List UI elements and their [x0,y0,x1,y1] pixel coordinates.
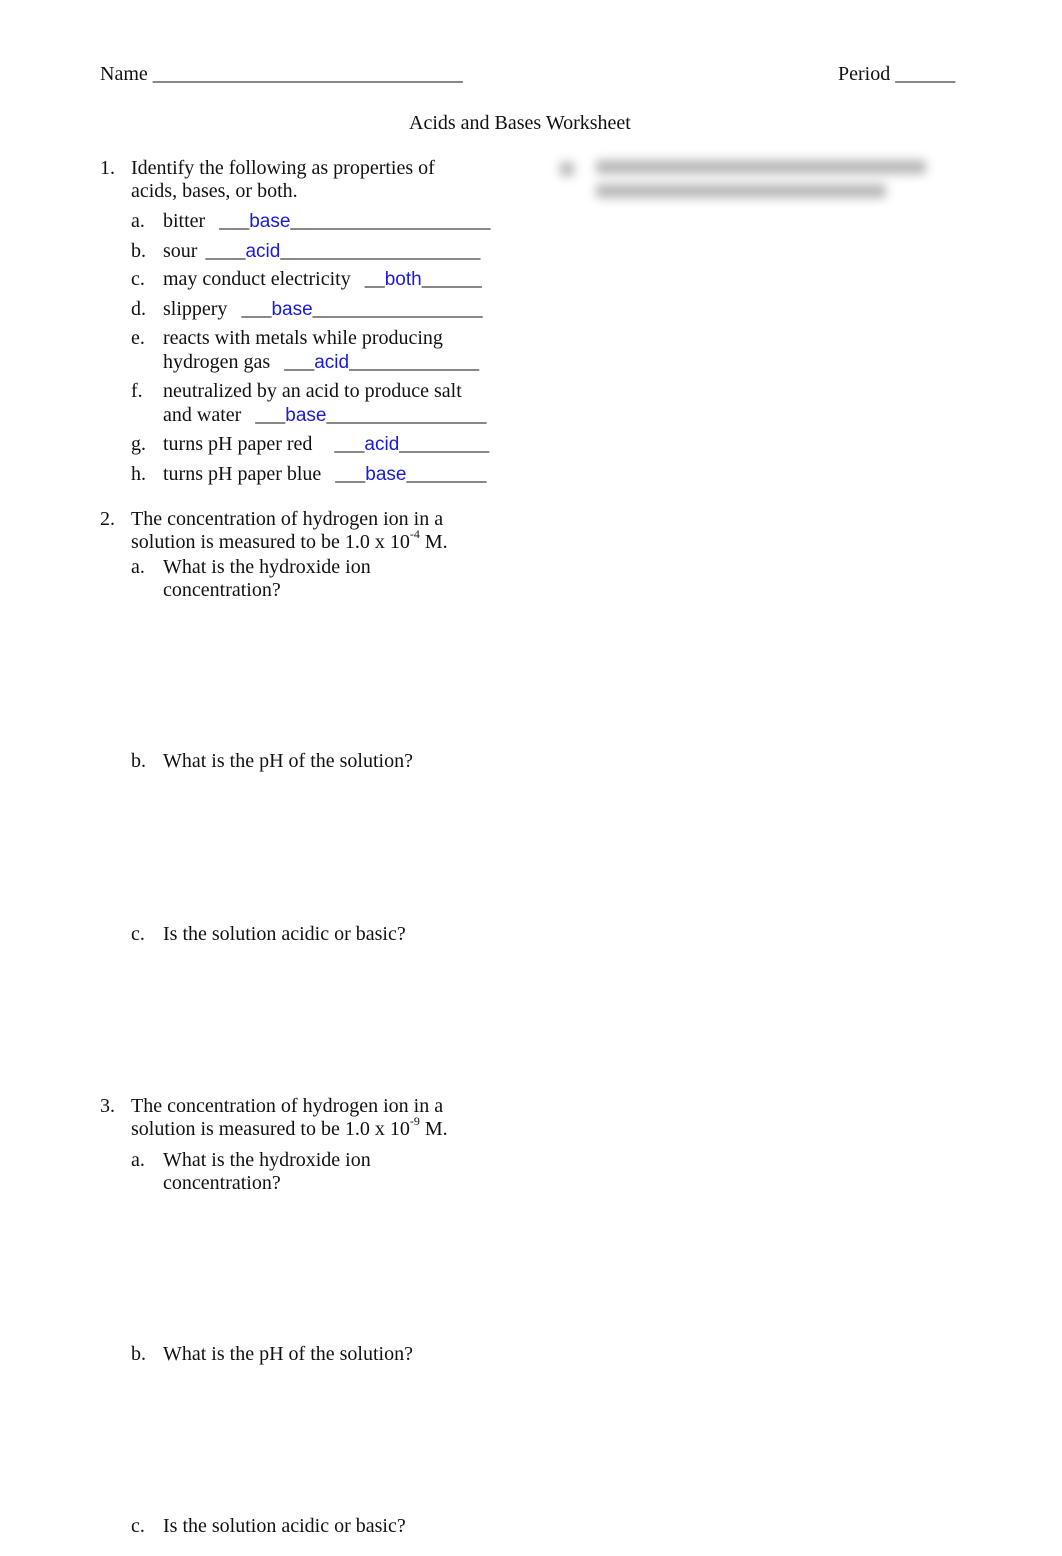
q1-number: 1. [100,157,115,179]
q1-item-letter: c. [131,268,145,290]
q3c-text: Is the solution acidic or basic? [163,1515,406,1537]
answer-blank-post: _________________ [312,298,483,320]
answer-blank-pre: ____ [205,240,246,262]
q3-number: 3. [100,1095,115,1117]
period-blank: ______ [895,63,956,85]
answer-blank-pre: __ [364,268,385,290]
q3b-text: What is the pH of the solution? [163,1343,413,1365]
period-field: Period ______ [838,63,955,86]
q1-item-letter: b. [131,240,146,262]
q2b-text: What is the pH of the solution? [163,750,413,772]
q2a-line2: concentration? [163,579,281,601]
q2c-letter: c. [131,923,145,945]
q1-item-text: hydrogen gas [163,351,271,373]
q2-prompt-unit: M. [419,531,448,553]
answer-text[interactable]: both [385,269,422,290]
q1-prompt-line2: acids, bases, or both. [131,180,298,202]
q2-number: 2. [100,508,115,530]
answer-text[interactable]: acid [245,241,280,262]
q1-item-text: bitter [163,210,206,232]
answer-text[interactable]: acid [314,352,349,373]
q1-item: hydrogen gas ___acid_____________ [163,351,479,374]
name-field: Name _______________________________ [100,63,463,86]
q3a-line2: concentration? [163,1172,281,1194]
q1-item-letter: g. [131,433,146,455]
q1-item-text: neutralized by an acid to produce salt [163,380,462,402]
q3-prompt-text: solution is measured to be 1.0 x 10 [131,1118,410,1140]
q2b-letter: b. [131,750,146,772]
q1-item-text: slippery [163,298,228,320]
answer-blank-pre: ___ [255,404,286,426]
q1-item: slippery ___base_________________ [163,298,483,321]
q3-exponent: -9 [409,1114,420,1129]
q1-item: and water ___base________________ [163,404,487,427]
q3a-line1: What is the hydroxide ion [163,1149,371,1171]
answer-blank-post: ____________________ [290,210,491,232]
blurred-preview-content [556,152,928,206]
answer-blank-pre: ___ [335,463,366,485]
q3-prompt-unit: M. [419,1118,448,1140]
q3-prompt-line1: The concentration of hydrogen ion in a [131,1095,444,1117]
q2c-text: Is the solution acidic or basic? [163,923,406,945]
q1-item: may conduct electricity __both______ [163,268,482,291]
answer-blank-pre: ___ [241,298,272,320]
name-label: Name [100,63,148,85]
q2-prompt-text: solution is measured to be 1.0 x 10 [131,531,410,553]
q1-item-letter: a. [131,210,145,232]
q2a-letter: a. [131,556,145,578]
answer-text[interactable]: base [271,299,312,320]
q2-exponent: -4 [409,527,420,542]
q2-prompt-line1: The concentration of hydrogen ion in a [131,508,444,530]
answer-blank-post: _____________ [349,351,480,373]
period-label: Period [838,63,891,85]
answer-text[interactable]: base [365,464,406,485]
q1-item: turns pH paper red ___acid_________ [163,433,489,456]
q3c-letter: c. [131,1515,145,1537]
answer-blank-post: ________________ [326,404,487,426]
answer-blank-post: ____________________ [280,240,481,262]
q1-item-text: turns pH paper blue [163,463,322,485]
q1-item-text: turns pH paper red [163,433,313,455]
q1-item-letter: d. [131,298,146,320]
q1-item-letter: e. [131,327,145,349]
q1-prompt-line1: Identify the following as properties of [131,157,435,179]
q1-item-letter: f. [131,380,143,402]
answer-text[interactable]: acid [364,434,399,455]
name-blank: _______________________________ [152,63,463,85]
q2-prompt-line2: solution is measured to be 1.0 x 10-4 M. [131,528,448,554]
answer-text[interactable]: base [285,405,326,426]
answer-blank-pre: ___ [284,351,315,373]
q1-item-text: sour [163,240,198,262]
answer-blank-post: ______ [421,268,482,290]
answer-blank-post: ________ [406,463,487,485]
q1-item-text: may conduct electricity [163,268,351,290]
q3a-letter: a. [131,1149,145,1171]
q1-item-letter: h. [131,463,146,485]
q3b-letter: b. [131,1343,146,1365]
q3-prompt-line2: solution is measured to be 1.0 x 10-9 M. [131,1115,448,1141]
q1-item-text: and water [163,404,242,426]
answer-blank-pre: ___ [219,210,250,232]
answer-blank-post: _________ [399,433,490,455]
answer-blank-pre: ___ [334,433,365,455]
q1-item: sour ____acid____________________ [163,240,480,263]
q1-item: bitter ___base____________________ [163,210,490,233]
q1-item: turns pH paper blue ___base________ [163,463,487,486]
answer-text[interactable]: base [249,211,290,232]
worksheet-title: Acids and Bases Worksheet [409,112,631,134]
q2a-line1: What is the hydroxide ion [163,556,371,578]
q1-item-text: reacts with metals while producing [163,327,443,349]
